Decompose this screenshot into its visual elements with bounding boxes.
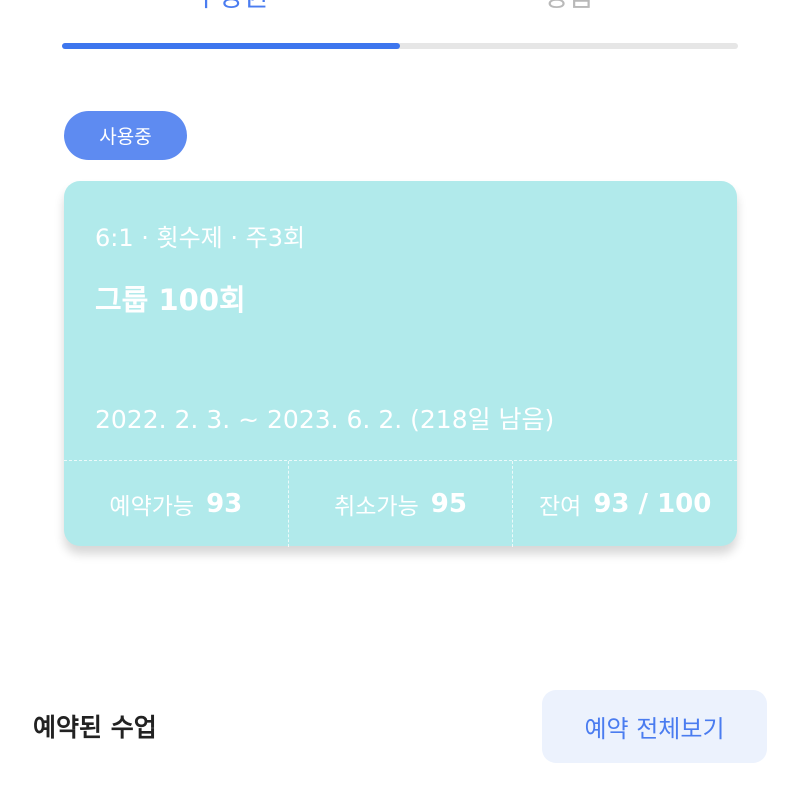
tab-track: [62, 43, 738, 49]
stat-label: 잔여: [538, 494, 582, 520]
tab-indicator: [62, 43, 400, 49]
stat-cancelable: 취소가능 95: [287, 461, 513, 547]
view-all-reservations-button[interactable]: 예약 전체보기: [542, 690, 767, 763]
stat-reservable: 예약가능 93: [64, 461, 288, 547]
pass-stats: 예약가능 93 취소가능 95 잔여 93 / 100: [64, 460, 737, 547]
pass-card[interactable]: 6:1 · 횟수제 · 주3회 그룹 100회 2022. 2. 3. ~ 20…: [64, 181, 737, 547]
pass-meta: 6:1 · 횟수제 · 주3회: [95, 224, 306, 252]
pass-title: 그룹 100회: [95, 283, 246, 317]
reserved-section-title: 예약된 수업: [33, 713, 157, 742]
pass-period: 2022. 2. 3. ~ 2023. 6. 2. (218일 남음): [95, 405, 555, 434]
stat-value: 95: [430, 489, 467, 519]
stat-value: 93 / 100: [593, 489, 712, 519]
tab-inactive[interactable]: 상품: [400, 0, 738, 11]
status-badge: 사용중: [64, 111, 187, 160]
tab-active[interactable]: 수강권: [62, 0, 400, 11]
stat-remaining: 잔여 93 / 100: [512, 461, 737, 547]
stat-value: 93: [206, 489, 243, 519]
stat-label: 예약가능: [109, 494, 195, 520]
stat-label: 취소가능: [334, 494, 419, 520]
tab-bar: 수강권 상품: [62, 0, 738, 50]
